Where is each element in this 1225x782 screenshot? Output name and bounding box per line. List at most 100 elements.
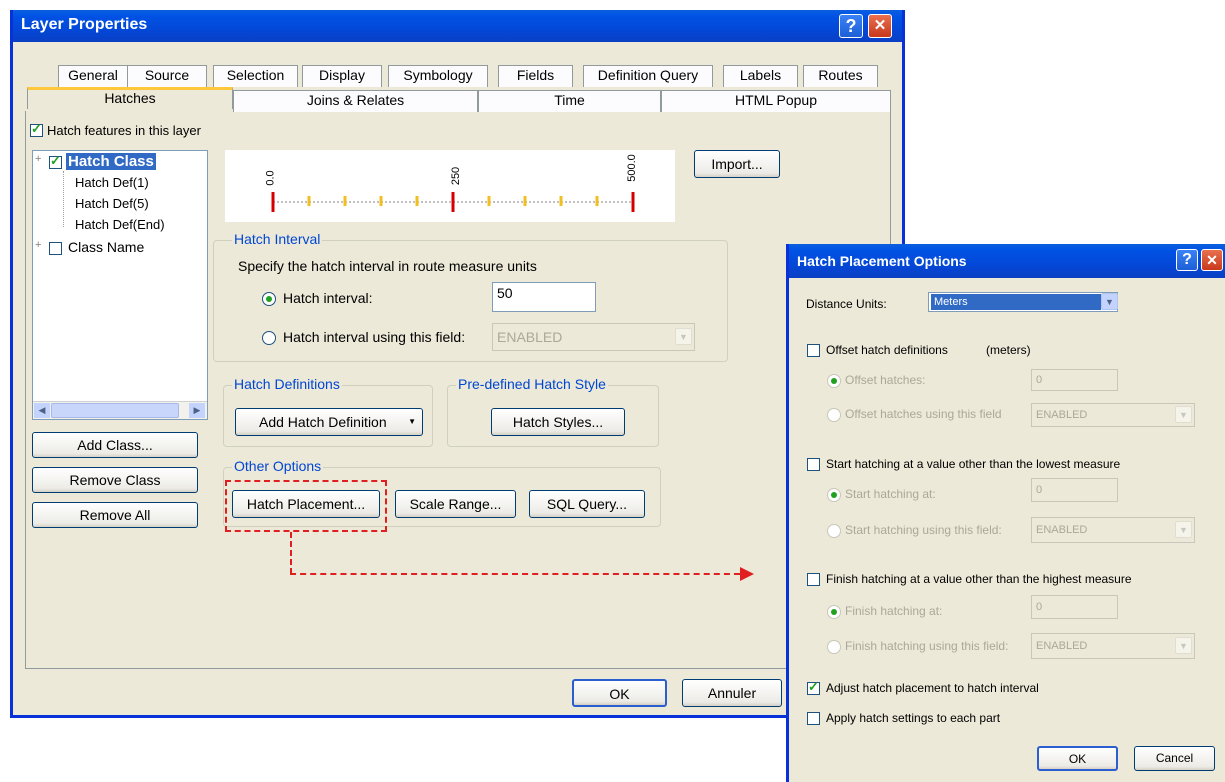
distance-units-select[interactable]: Meters ▼ [928,292,1118,312]
hatch-interval-field-radio[interactable] [262,331,276,345]
hatch-interval-radio-label: Hatch interval: [283,290,373,306]
offset-unit-label: (meters) [986,343,1031,357]
start-field-radio-label: Start hatching using this field: [845,523,1002,537]
popup-cancel-button[interactable]: Cancel [1134,746,1215,771]
tab-source[interactable]: Source [127,65,207,87]
dropdown-icon[interactable]: ▼ [1175,406,1192,423]
hatch-features-checkbox[interactable] [30,121,43,137]
window-title: Layer Properties [21,16,148,33]
hatch-scale-graphic [271,192,635,212]
hatch-features-label: Hatch features in this layer [47,123,201,138]
class-name-checkbox[interactable] [49,242,62,255]
placement-highlight-box [225,480,387,532]
finish-field-radio-label: Finish hatching using this field: [845,639,1009,653]
tree-item-hatch-def-end[interactable]: Hatch Def(End) [75,217,165,232]
hatch-interval-input[interactable]: 50 [492,282,596,312]
remove-all-button[interactable]: Remove All [32,502,198,528]
tab-display[interactable]: Display [302,65,382,87]
hatch-interval-radio[interactable] [262,292,276,306]
distance-units-value: Meters [931,294,1101,310]
offset-checkbox-label: Offset hatch definitions [826,343,948,357]
scale-label-mid: 250 [450,166,463,186]
remove-class-button[interactable]: Remove Class [32,467,198,493]
hatch-interval-field-label: Hatch interval using this field: [283,329,466,345]
layer-properties-window: Layer Properties ? ✕ General Source Sele… [10,10,905,718]
finish-checkbox[interactable] [807,573,820,586]
tab-fields[interactable]: Fields [498,65,573,87]
finish-field-select[interactable]: ENABLED [1031,633,1195,659]
tab-html-popup[interactable]: HTML Popup [661,90,891,112]
dropdown-icon[interactable]: ▼ [1175,521,1192,538]
close-icon[interactable]: ✕ [868,14,892,38]
tab-hatches[interactable]: Hatches [27,87,233,109]
tree-connector [63,171,64,227]
offset-field-radio[interactable] [827,408,841,422]
help-icon[interactable]: ? [839,14,863,38]
hatch-interval-label: Hatch Interval [232,231,323,247]
tab-general[interactable]: General [58,65,128,87]
hatch-interval-field-select[interactable]: ENABLED [492,323,695,351]
units-dropdown-icon[interactable]: ▼ [1101,293,1118,310]
tab-joins-relates[interactable]: Joins & Relates [233,90,478,112]
dropdown-arrow-icon: ▼ [408,417,416,426]
popup-title-bar: Hatch Placement Options ? ✕ [789,244,1225,278]
scale-range-button[interactable]: Scale Range... [395,490,516,518]
dropdown-icon[interactable]: ▼ [1175,637,1192,654]
title-bar: Layer Properties ? ✕ [13,10,902,42]
start-input[interactable]: 0 [1031,478,1118,502]
finish-field-radio[interactable] [827,640,841,654]
offset-radio[interactable] [827,374,841,388]
finish-radio[interactable] [827,605,841,619]
other-options-label: Other Options [232,458,324,474]
start-field-select[interactable]: ENABLED [1031,517,1195,543]
tree-item-hatch-def-5[interactable]: Hatch Def(5) [75,196,149,211]
sql-query-button[interactable]: SQL Query... [529,490,645,518]
scroll-thumb[interactable] [51,403,179,418]
cancel-button[interactable]: Annuler [682,679,782,707]
popup-close-icon[interactable]: ✕ [1201,249,1223,271]
tab-labels[interactable]: Labels [723,65,798,87]
offset-checkbox[interactable] [807,344,820,357]
scroll-right-icon[interactable]: ▶ [189,403,205,418]
ok-button[interactable]: OK [572,679,667,707]
popup-title: Hatch Placement Options [797,253,967,269]
finish-checkbox-label: Finish hatching at a value other than th… [826,572,1132,586]
offset-input[interactable]: 0 [1031,369,1118,391]
hatch-placement-dialog: Hatch Placement Options ? ✕ Distance Uni… [786,244,1225,782]
tab-routes[interactable]: Routes [803,65,878,87]
tab-symbology[interactable]: Symbology [388,65,488,87]
hatch-styles-button[interactable]: Hatch Styles... [491,408,625,436]
adjust-checkbox[interactable] [807,679,820,695]
popup-ok-button[interactable]: OK [1037,746,1118,771]
tree-item-class-name[interactable]: Class Name [68,239,144,255]
expand-icon[interactable]: + [35,153,41,165]
callout-line-horizontal [290,573,740,575]
callout-arrowhead-icon [740,567,754,581]
add-class-button[interactable]: Add Class... [32,432,198,458]
dropdown-icon[interactable]: ▼ [675,328,692,345]
tab-definition-query[interactable]: Definition Query [583,65,713,87]
start-radio[interactable] [827,488,841,502]
start-checkbox-label: Start hatching at a value other than the… [826,457,1121,471]
apply-checkbox-label: Apply hatch settings to each part [826,711,1001,725]
expand-icon[interactable]: + [35,239,41,251]
hatch-definitions-label: Hatch Definitions [232,376,342,392]
tab-selection[interactable]: Selection [213,65,298,87]
tree-item-hatch-def-1[interactable]: Hatch Def(1) [75,175,149,190]
scroll-left-icon[interactable]: ◀ [34,403,50,418]
tab-time[interactable]: Time [478,90,661,112]
add-hatch-definition-button[interactable]: Add Hatch Definition ▼ [235,408,423,436]
start-radio-label: Start hatching at: [845,487,936,501]
offset-field-select[interactable]: ENABLED [1031,403,1195,427]
tree-item-hatch-class[interactable]: Hatch Class [66,153,156,170]
start-checkbox[interactable] [807,458,820,471]
import-button[interactable]: Import... [694,150,780,178]
popup-help-icon[interactable]: ? [1176,249,1198,271]
hatch-class-checkbox[interactable] [49,153,62,169]
distance-units-label: Distance Units: [806,297,887,311]
finish-input[interactable]: 0 [1031,595,1118,619]
apply-checkbox[interactable] [807,712,820,725]
start-field-radio[interactable] [827,524,841,538]
horizontal-scrollbar[interactable]: ◀ ▶ [33,401,207,419]
offset-radio-label: Offset hatches: [845,373,926,387]
